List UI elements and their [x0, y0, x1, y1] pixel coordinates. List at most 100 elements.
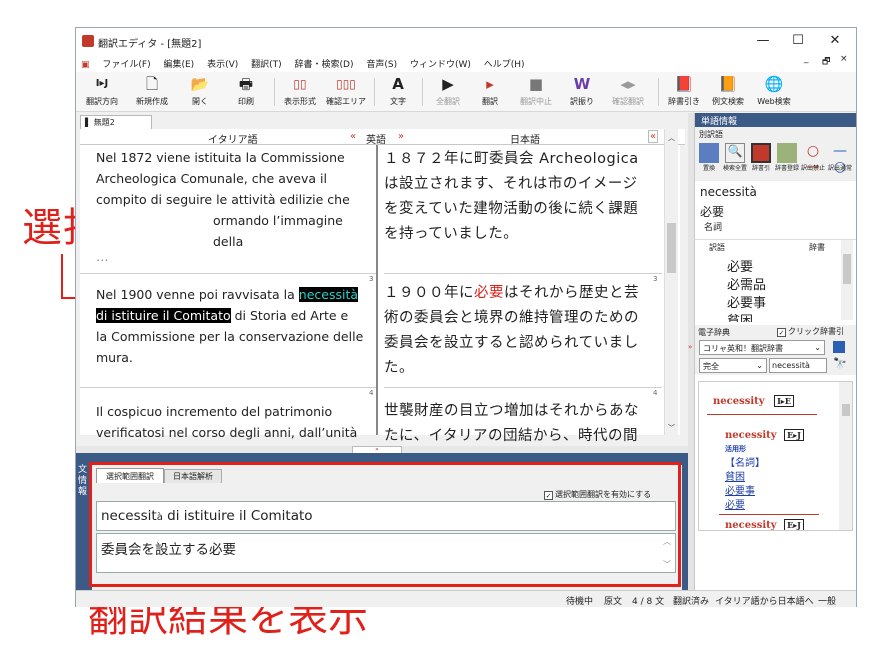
mdi-close-button[interactable]: ×: [840, 54, 848, 64]
toolbar-separator: [374, 78, 375, 106]
dict-search-input[interactable]: necessità: [769, 358, 827, 373]
collapse-left-arrow-icon[interactable]: «: [350, 131, 356, 142]
replace-tool[interactable]: 置換: [697, 143, 721, 172]
status-bar: 待機中 原文 4 / 8 文 翻訳済み イタリア語から日本語へ 一般: [76, 590, 856, 607]
segment-separator: [80, 387, 376, 388]
menu-dict-search[interactable]: 辞書・検索(D): [290, 54, 359, 70]
document-tab[interactable]: ▌ 無題2: [80, 115, 152, 129]
mdi-minimize-button[interactable]: _: [804, 54, 809, 64]
alt-item[interactable]: 必要事: [727, 292, 766, 311]
alt-list-scrollbar[interactable]: [841, 240, 853, 320]
sidebar-arrow-icon[interactable]: »: [688, 343, 692, 351]
direction-icon: I▸J: [95, 78, 109, 89]
play-icon: ▶: [442, 75, 454, 93]
interlinear-button[interactable]: W 訳振り: [564, 74, 600, 110]
search-icon: 🔍: [725, 143, 745, 163]
sentence-info-side-label: 文情報: [78, 465, 88, 497]
confirm-translation-button[interactable]: ◂▸ 確認翻訳: [604, 74, 652, 110]
menu-bar: ▣ ファイル(F) 編集(E) 表示(V) 翻訳(T) 辞書・検索(D) 音声(…: [76, 54, 856, 72]
scroll-up-icon[interactable]: ︿: [665, 133, 678, 143]
col-dictionary-header: 辞書: [809, 243, 825, 252]
menu-window[interactable]: ウィンドウ(W): [405, 54, 476, 70]
dictionary-tool-icon: [751, 143, 771, 163]
normal-translation-tool[interactable]: —○ 訳出通常: [827, 143, 853, 175]
source-segment-1[interactable]: Nel 1872 viene istituita la Commissione …: [96, 147, 376, 263]
selected-word[interactable]: necessità: [298, 287, 359, 302]
editor-scrollbar[interactable]: ︿ ﹀: [664, 129, 678, 435]
close-button[interactable]: ✕: [818, 31, 852, 51]
dict-register-tool[interactable]: 辞書登録: [775, 143, 799, 172]
display-format-button[interactable]: ▯▯ 表示形式: [278, 74, 322, 110]
menu-translate[interactable]: 翻訳(T): [246, 54, 287, 70]
target-language-header: 日本語: [510, 135, 540, 146]
translation-direction-button[interactable]: I▸J 翻訳方向: [80, 74, 124, 110]
print-button[interactable]: 🖶 印刷: [224, 74, 268, 110]
alt-scroll-thumb[interactable]: [843, 254, 851, 284]
source-segment-2[interactable]: Nel 1900 venne poi ravvisata la necessit…: [96, 284, 376, 368]
current-word-translation: 必要: [700, 205, 725, 219]
alt-item[interactable]: 必需品: [727, 274, 766, 293]
match-mode-select[interactable]: 完全 ⌄: [699, 358, 767, 373]
web-search-button[interactable]: 🌐 Web検索: [752, 74, 796, 110]
expand-right-arrow-icon[interactable]: »: [398, 131, 404, 142]
target-segment-1[interactable]: １８７２年に町委員会 Archeologica は設立されます、それは市のイメー…: [384, 147, 664, 247]
translation-editor[interactable]: Nel 1872 viene istituita la Commissione …: [80, 145, 680, 444]
dict-meaning[interactable]: 貧困: [725, 468, 745, 483]
prohibit-translation-tool[interactable]: ○— 訳出禁止: [801, 143, 825, 175]
target-segment-3[interactable]: 世襲財産の目立つ増加はそれからあな たに、イタリアの団結から、時代の間: [384, 399, 664, 449]
target-segment-2[interactable]: １９００年に必要はそれから歴史と芸 術の委員会と境界の維持管理のための 委員会を…: [384, 281, 664, 381]
binoculars-icon[interactable]: 🔭: [833, 357, 847, 370]
translate-button[interactable]: ▸ 翻訳: [472, 74, 508, 110]
scroll-thumb[interactable]: [667, 223, 676, 273]
search-replace-all-tool[interactable]: 🔍 検索全置: [723, 143, 747, 172]
title-bar: 翻訳エディタ - [無題2] — ☐ ✕: [76, 28, 856, 54]
confirm-area-button[interactable]: ▯▯▯ 確認エリア: [324, 74, 368, 110]
alt-translation-list: 訳語 辞書 必要 必需品 必要事 貧困: [695, 239, 856, 325]
click-dict-checkbox[interactable]: ✓ クリック辞書引: [777, 326, 844, 337]
dictionary-select[interactable]: コリャ英和！翻訳辞書 ⌄: [699, 340, 825, 355]
confirm-area-icon: ▯▯▯: [336, 77, 356, 91]
dict-scroll-thumb[interactable]: [842, 404, 850, 416]
mdi-restore-button[interactable]: 🗗: [822, 54, 830, 70]
dict-results-scrollbar[interactable]: [839, 382, 852, 530]
dict-settings-icon[interactable]: [833, 341, 845, 353]
menu-voice[interactable]: 音声(S): [361, 54, 402, 70]
checkbox-checked-icon: ✓: [777, 328, 786, 337]
status-mode: 原文: [604, 597, 623, 607]
collapse-pane-icon[interactable]: «: [648, 130, 659, 143]
app-icon: [82, 35, 94, 47]
pivot-language-header: 英語: [366, 135, 386, 146]
source-segment-3[interactable]: Il cospicuo incremento del patrimonio ve…: [96, 401, 376, 443]
translate-all-button[interactable]: ▶ 全翻訳: [428, 74, 468, 110]
maximize-button[interactable]: ☐: [781, 31, 815, 51]
menu-edit[interactable]: 編集(E): [158, 54, 199, 70]
dict-meaning[interactable]: 必要: [725, 496, 745, 511]
highlighted-translation: 必要: [474, 285, 504, 301]
alt-item[interactable]: 必要: [727, 256, 753, 275]
stop-translation-button[interactable]: ■ 翻訳中止: [514, 74, 558, 110]
example-search-button[interactable]: 📙 例文検索: [706, 74, 750, 110]
stop-icon: ■: [528, 75, 544, 93]
menu-help[interactable]: ヘルプ(H): [479, 54, 530, 70]
open-button[interactable]: 📂 開く: [180, 74, 220, 110]
dictionary-lookup-button[interactable]: 📕 辞書引き: [664, 74, 704, 110]
dict-select-row: コリャ英和！翻訳辞書 ⌄: [695, 339, 856, 357]
font-button[interactable]: A 文字: [380, 74, 416, 110]
chevron-down-icon: ⌄: [756, 361, 763, 370]
dict-meaning[interactable]: 必要事: [725, 482, 755, 497]
alt-item[interactable]: 貧困: [727, 310, 753, 322]
dict-lookup-tool[interactable]: 辞書引: [749, 143, 773, 172]
column-divider[interactable]: [376, 145, 378, 435]
menu-view[interactable]: 表示(V): [202, 54, 243, 70]
new-document-button[interactable]: 🗋 新規作成: [130, 74, 174, 110]
menu-file[interactable]: ファイル(F): [97, 54, 155, 70]
dict-entry[interactable]: necessity I▸E: [713, 395, 794, 407]
current-word: necessità: [700, 185, 757, 199]
minimize-button[interactable]: —: [746, 31, 780, 51]
dict-entry[interactable]: necessity E▸J: [725, 519, 804, 530]
scroll-down-icon[interactable]: ﹀: [665, 423, 678, 433]
word-w-icon: W: [573, 75, 591, 93]
dict-entry[interactable]: necessity E▸J: [725, 429, 804, 441]
segment-separator: [80, 273, 376, 274]
selected-phrase[interactable]: di istituire il Comitato: [96, 308, 231, 323]
